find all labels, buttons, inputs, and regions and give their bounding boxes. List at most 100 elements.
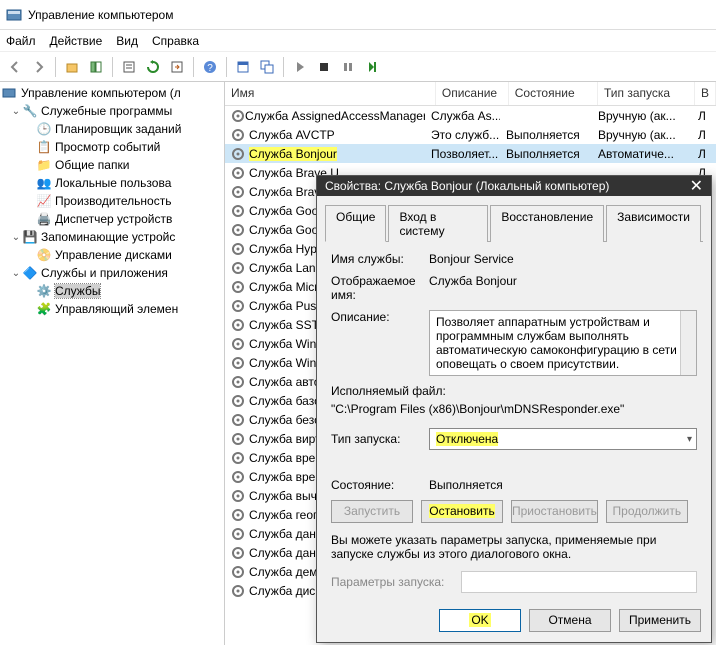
back-button[interactable] <box>4 56 26 78</box>
gear-icon: ⚙️ <box>36 284 52 298</box>
service-logon: Л <box>692 147 712 161</box>
value-service-name: Bonjour Service <box>429 252 697 266</box>
col-logon[interactable]: В <box>695 82 716 105</box>
tab-recovery[interactable]: Восстановление <box>490 205 604 242</box>
tree-item[interactable]: 🕒Планировщик заданий <box>0 120 224 138</box>
service-logon: Л <box>692 109 712 123</box>
service-name: Служба AssignedAccessManager <box>245 109 425 123</box>
service-name: Служба AVCTP <box>249 128 335 142</box>
disk-icon: 📀 <box>36 248 52 262</box>
gear-icon <box>231 318 249 332</box>
service-row[interactable]: Служба BonjourПозволяет...ВыполняетсяАвт… <box>225 144 716 163</box>
gear-icon <box>231 261 249 275</box>
tree-item[interactable]: 📋Просмотр событий <box>0 138 224 156</box>
tab-dependencies[interactable]: Зависимости <box>606 205 701 242</box>
tab-general[interactable]: Общие <box>325 205 386 242</box>
app-icon <box>6 7 22 23</box>
export-button[interactable] <box>166 56 188 78</box>
tree-group-storage[interactable]: ⌄ 💾 Запоминающие устройс <box>0 228 224 246</box>
col-name[interactable]: Имя <box>225 82 436 105</box>
tree-item[interactable]: 📈Производительность <box>0 192 224 210</box>
folders-icon: 📁 <box>36 158 52 172</box>
collapse-icon[interactable]: ⌄ <box>10 232 22 243</box>
tree-item[interactable]: 👥Локальные пользова <box>0 174 224 192</box>
tree-root[interactable]: Управление компьютером (л <box>0 84 224 102</box>
show-hide-tree-button[interactable] <box>85 56 107 78</box>
start-button: Запустить <box>331 500 413 523</box>
col-start[interactable]: Тип запуска <box>598 82 695 105</box>
col-state[interactable]: Состояние <box>509 82 598 105</box>
menu-help[interactable]: Справка <box>152 34 199 48</box>
startup-type-combo[interactable]: Отключена ▾ <box>429 428 697 450</box>
collapse-icon[interactable]: ⌄ <box>10 268 22 279</box>
service-row[interactable]: Служба AVCTPЭто служб...ВыполняетсяВручн… <box>225 125 716 144</box>
device-mgr-icon: 🖨️ <box>36 212 52 226</box>
service-state: Выполняется <box>500 128 592 142</box>
help-button[interactable]: ? <box>199 56 221 78</box>
dialog-titlebar[interactable]: Свойства: Служба Bonjour (Локальный комп… <box>317 176 711 196</box>
collapse-icon[interactable]: ⌄ <box>10 106 22 117</box>
window-button[interactable] <box>232 56 254 78</box>
gear-icon <box>231 565 249 579</box>
service-name: Служба вычи <box>249 489 324 503</box>
tree-item[interactable]: 🖨️Диспетчер устройств <box>0 210 224 228</box>
window-title: Управление компьютером <box>28 8 173 22</box>
gear-icon <box>231 204 249 218</box>
tree-item[interactable]: 📀Управление дисками <box>0 246 224 264</box>
label-startup-type: Тип запуска: <box>331 432 429 446</box>
scrollbar[interactable] <box>680 311 696 375</box>
startup-type-value: Отключена <box>436 432 498 446</box>
tree-group-services[interactable]: ⌄ 🔷 Службы и приложения <box>0 264 224 282</box>
gear-icon <box>231 413 249 427</box>
service-logon: Л <box>692 128 712 142</box>
service-start: Вручную (ак... <box>592 128 692 142</box>
value-state: Выполняется <box>429 478 697 492</box>
gear-icon <box>231 185 249 199</box>
close-icon[interactable]: ✕ <box>690 176 703 196</box>
start-service-button[interactable] <box>289 56 311 78</box>
tab-logon[interactable]: Вход в систему <box>388 205 488 242</box>
refresh-button[interactable] <box>142 56 164 78</box>
label-display-name: Отображаемое имя: <box>331 274 429 302</box>
menu-view[interactable]: Вид <box>116 34 138 48</box>
service-name: Служба врем <box>249 451 324 465</box>
tree-group-tools[interactable]: ⌄ 🔧 Служебные программы <box>0 102 224 120</box>
ok-button[interactable]: OK <box>439 609 521 632</box>
tree-item[interactable]: 🧩Управляющий элемен <box>0 300 224 318</box>
label-state: Состояние: <box>331 478 429 492</box>
up-button[interactable] <box>61 56 83 78</box>
service-name: Служба Bonjour <box>249 147 337 161</box>
service-desc: Позволяет... <box>425 147 500 161</box>
gear-icon <box>231 489 249 503</box>
gear-icon <box>231 128 249 142</box>
cancel-button[interactable]: Отмена <box>529 609 611 632</box>
restart-service-button[interactable] <box>361 56 383 78</box>
storage-icon: 💾 <box>22 230 38 244</box>
gear-icon <box>231 584 249 598</box>
params-input[interactable] <box>461 571 697 593</box>
forward-button[interactable] <box>28 56 50 78</box>
pause-service-button[interactable] <box>337 56 359 78</box>
value-executable: "C:\Program Files (x86)\Bonjour\mDNSResp… <box>331 402 697 416</box>
gear-icon <box>231 337 249 351</box>
menu-file[interactable]: Файл <box>6 34 36 48</box>
tree-item[interactable]: 📁Общие папки <box>0 156 224 174</box>
menu-action[interactable]: Действие <box>50 34 103 48</box>
apply-button[interactable]: Применить <box>619 609 701 632</box>
pause-button: Приостановить <box>511 500 598 523</box>
description-box[interactable]: Позволяет аппаратным устройствам и прогр… <box>429 310 697 376</box>
service-row[interactable]: Служба AssignedAccessManagerСлужба As...… <box>225 106 716 125</box>
resume-button: Продолжить <box>606 500 688 523</box>
stop-button[interactable]: Остановить <box>421 500 503 523</box>
service-name: Служба геогр <box>249 508 324 522</box>
windows-button[interactable] <box>256 56 278 78</box>
tree-item-services[interactable]: ⚙️Службы <box>0 282 224 300</box>
scheduler-icon: 🕒 <box>36 122 52 136</box>
service-start: Вручную (ак... <box>592 109 692 123</box>
properties-button[interactable] <box>118 56 140 78</box>
label-service-name: Имя службы: <box>331 252 429 266</box>
service-state: Выполняется <box>500 147 592 161</box>
stop-service-button[interactable] <box>313 56 335 78</box>
col-desc[interactable]: Описание <box>436 82 509 105</box>
svg-text:?: ? <box>207 63 213 74</box>
